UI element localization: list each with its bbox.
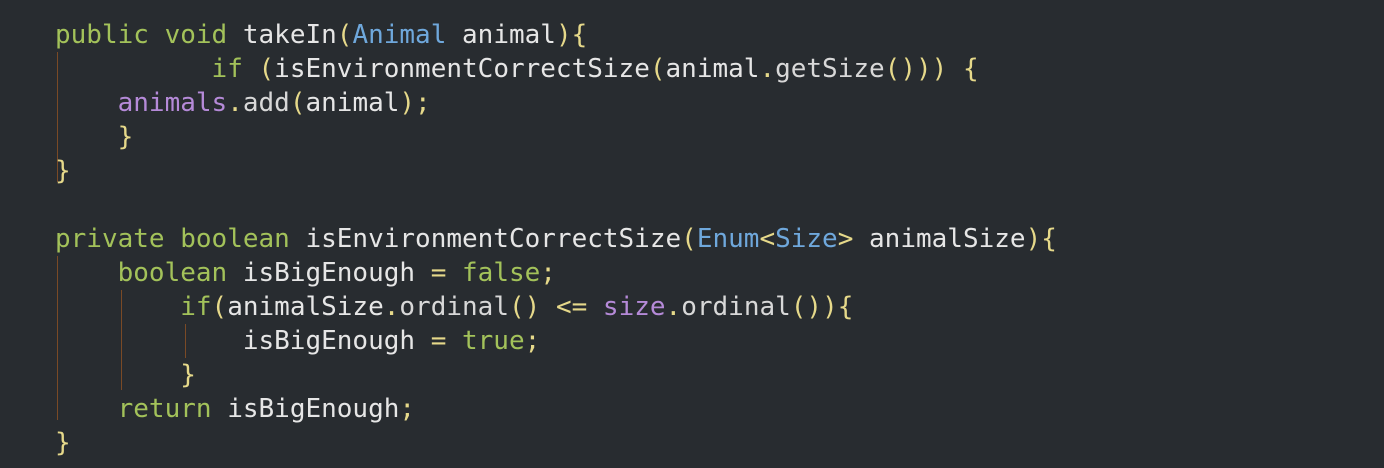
code-token: <	[759, 224, 776, 254]
code-token: boolean	[117, 258, 228, 288]
code-token: >	[837, 224, 854, 254]
code-token: ){	[555, 20, 588, 50]
code-line[interactable]: public void takeIn(Animal animal){	[55, 18, 1057, 52]
code-token: true	[462, 326, 525, 356]
code-token: .	[759, 54, 776, 84]
code-token: add	[242, 88, 290, 118]
code-token: isBigEnough	[227, 258, 431, 288]
code-token: ;	[524, 326, 541, 356]
code-token: ()){	[790, 292, 854, 322]
code-token: {	[962, 54, 979, 84]
code-line[interactable]: return isBigEnough;	[55, 392, 1057, 426]
code-token: ;	[540, 258, 556, 288]
code-line[interactable]: }	[55, 120, 1057, 154]
code-token: =	[430, 258, 447, 288]
code-token: if	[180, 292, 212, 322]
code-token: ordinal	[681, 292, 791, 322]
code-line[interactable]: }	[55, 358, 1057, 392]
code-token: boolean	[180, 224, 290, 254]
code-token: private	[55, 224, 165, 254]
code-line[interactable]	[55, 188, 1057, 222]
code-token: isEnvironmentCorrectSize	[289, 224, 682, 254]
code-token: return	[117, 394, 212, 424]
code-token: Animal	[352, 20, 447, 50]
code-token: takeIn	[227, 20, 337, 50]
code-token: }	[55, 156, 71, 186]
code-token: isEnvironmentCorrectSize	[274, 54, 650, 84]
code-token: Enum	[696, 224, 760, 254]
code-token: animal	[305, 88, 400, 118]
code-line[interactable]: if(animalSize.ordinal() <= size.ordinal(…	[55, 290, 1057, 324]
code-token: public	[55, 20, 149, 50]
code-token: ){	[1025, 224, 1057, 254]
code-token: if	[211, 54, 243, 84]
code-token: );	[399, 88, 431, 118]
code-token: }	[117, 122, 134, 152]
code-token: Size	[775, 224, 838, 254]
code-line[interactable]: }	[55, 426, 1057, 460]
code-token: ;	[399, 394, 416, 424]
code-token: .	[227, 88, 243, 118]
code-line[interactable]: boolean isBigEnough = false;	[55, 256, 1057, 290]
code-token: .	[383, 292, 400, 322]
code-token: (	[649, 54, 666, 84]
code-token: .	[665, 292, 682, 322]
code-token: =	[430, 326, 447, 356]
code-token: ()	[508, 292, 541, 322]
code-token: isBigEnough	[211, 394, 400, 424]
code-token: (	[681, 224, 697, 254]
code-line[interactable]: }	[55, 154, 1057, 188]
code-token: getSize	[775, 54, 885, 84]
code-token: (	[289, 88, 306, 118]
code-token: ordinal	[399, 292, 509, 322]
code-token: isBigEnough	[55, 326, 431, 356]
code-token: animal	[665, 54, 760, 84]
code-token: animals	[117, 88, 228, 118]
code-block[interactable]: public void takeIn(Animal animal){ if (i…	[55, 18, 1057, 460]
code-token: (	[336, 20, 353, 50]
code-token: (	[211, 292, 228, 322]
code-token: (	[258, 54, 275, 84]
code-token: }	[55, 428, 71, 458]
code-line[interactable]: private boolean isEnvironmentCorrectSize…	[55, 222, 1057, 256]
code-token: size	[602, 292, 666, 322]
code-editor[interactable]: public void takeIn(Animal animal){ if (i…	[0, 0, 1384, 468]
code-token: animalSize	[227, 292, 384, 322]
code-token: ()))	[884, 54, 948, 84]
code-line[interactable]: animals.add(animal);	[55, 86, 1057, 120]
code-token: }	[180, 360, 196, 390]
code-token: void	[164, 20, 228, 50]
code-token: animal	[446, 20, 556, 50]
code-line[interactable]: if (isEnvironmentCorrectSize(animal.getS…	[55, 52, 1057, 86]
code-token: <=	[555, 292, 588, 322]
code-token: false	[462, 258, 541, 288]
code-token: animalSize	[853, 224, 1026, 254]
code-line[interactable]: isBigEnough = true;	[55, 324, 1057, 358]
